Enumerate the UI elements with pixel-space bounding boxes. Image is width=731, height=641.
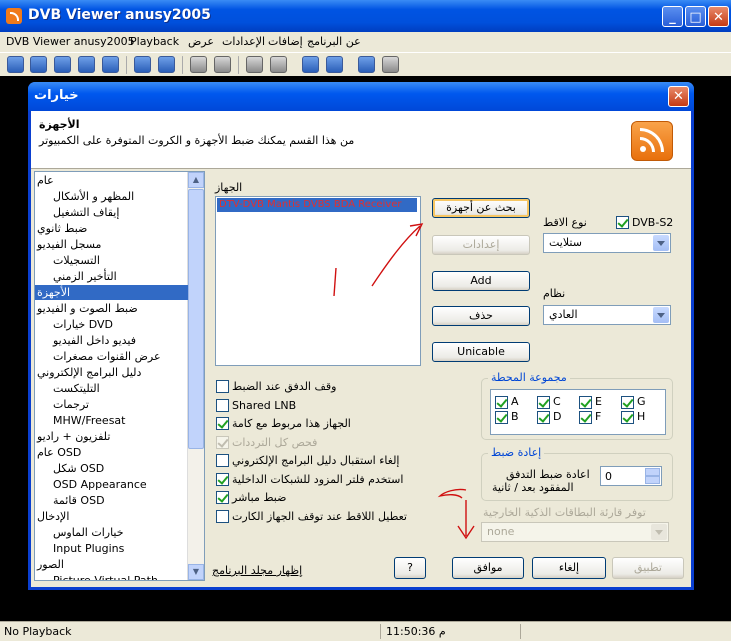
red-annotation-marks [333, 223, 475, 540]
